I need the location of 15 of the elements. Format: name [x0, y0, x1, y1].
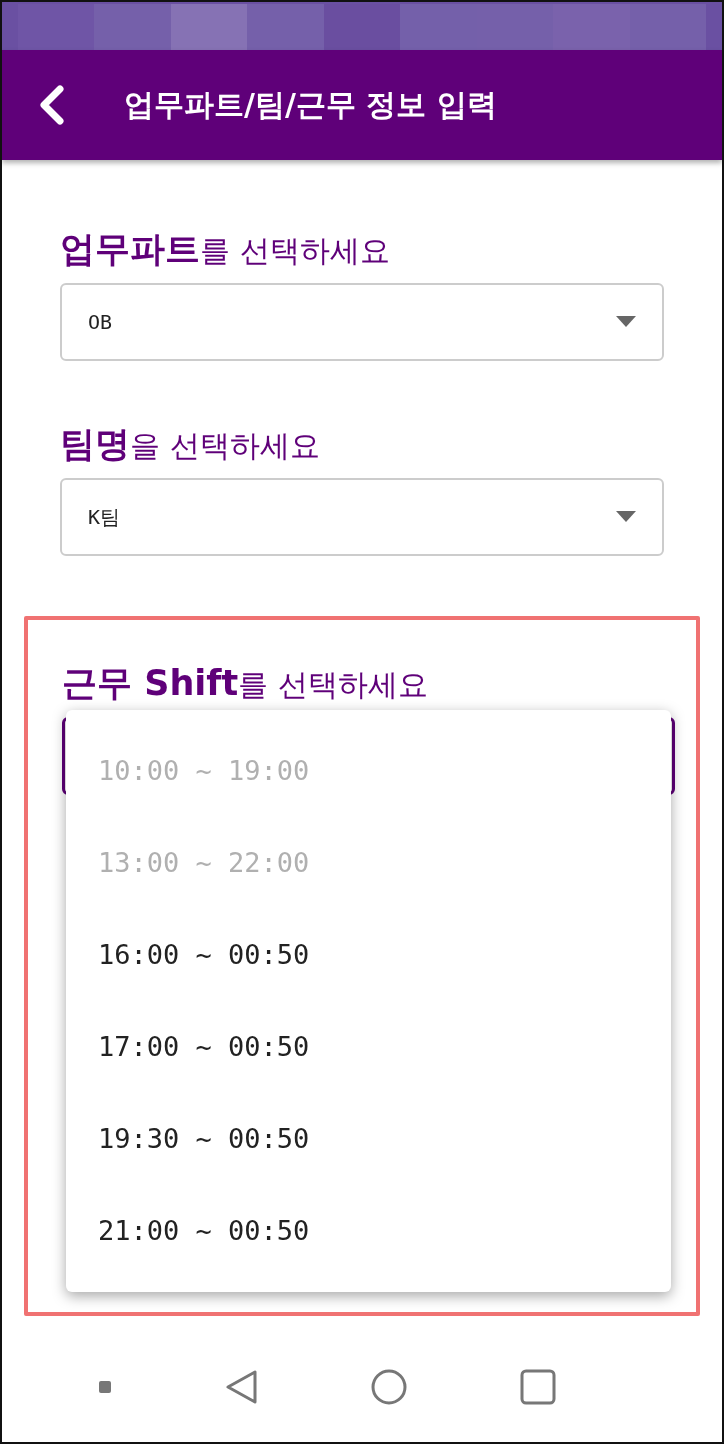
dropdown-field[interactable]: K팀	[60, 478, 664, 556]
menu-option[interactable]: 21:00 ~ 00:50	[66, 1185, 671, 1277]
menu-option[interactable]: 19:30 ~ 00:50	[66, 1093, 671, 1185]
field-label: 근무 Shift를 선택하세요	[62, 662, 429, 705]
field-label: 업무파트를 선택하세요	[60, 228, 391, 271]
dropdown-field[interactable]: OB	[60, 283, 664, 361]
square-icon[interactable]	[519, 1369, 556, 1405]
home-circle-icon[interactable]	[371, 1369, 408, 1405]
caret-icon	[616, 316, 636, 328]
back-triangle-icon[interactable]	[224, 1369, 259, 1405]
screen-title: 업무파트/팀/근무 정보 입력	[124, 85, 497, 124]
caret-icon	[616, 511, 636, 523]
menu-option[interactable]: 17:00 ~ 00:50	[66, 1001, 671, 1093]
field-label: 팀명을 선택하세요	[60, 423, 321, 466]
menu-option[interactable]: 16:00 ~ 00:50	[66, 909, 671, 1001]
